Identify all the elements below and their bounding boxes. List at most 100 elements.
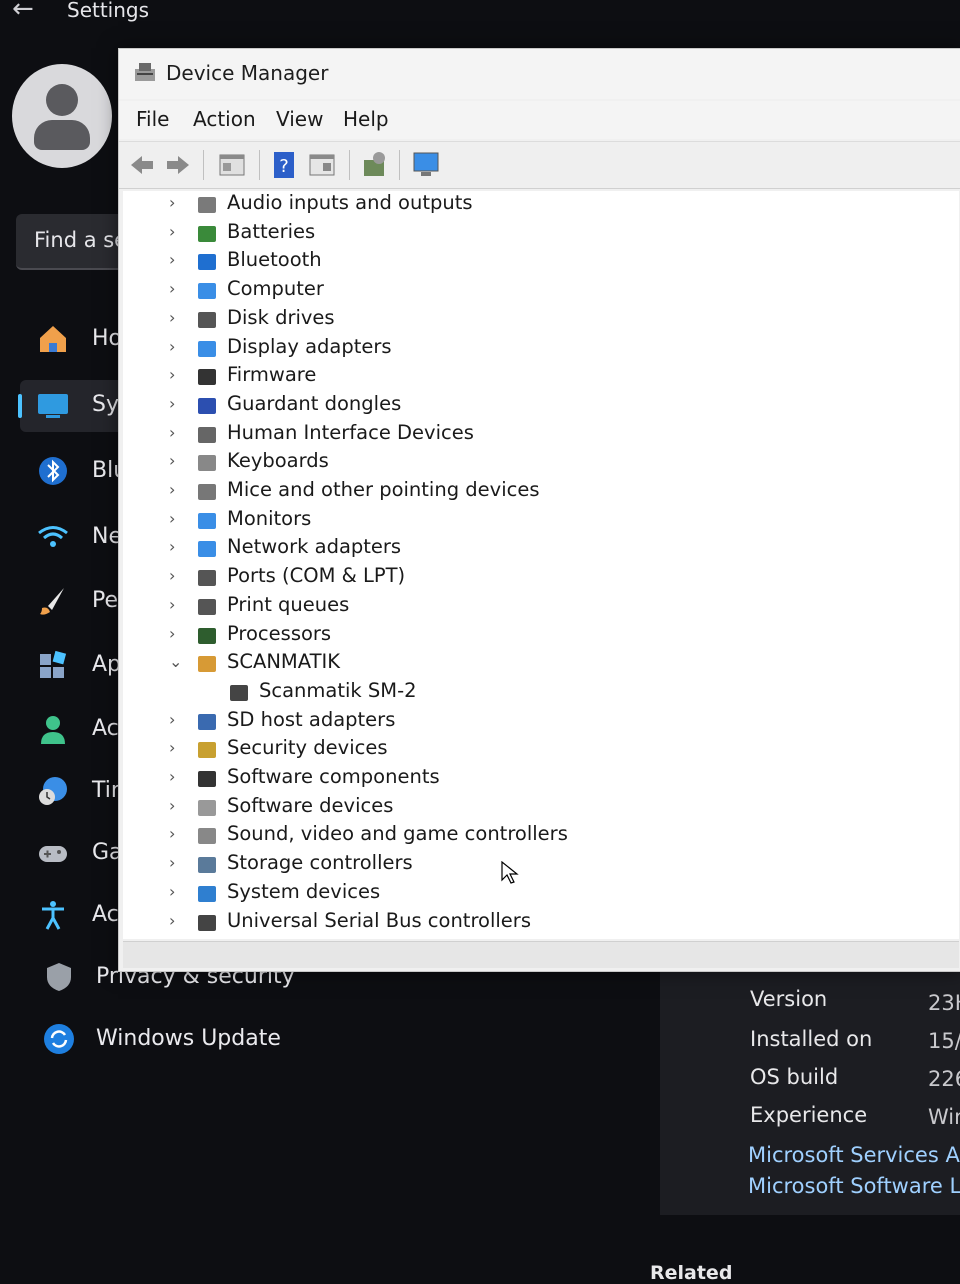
nav-item-bluetooth[interactable]: Blu xyxy=(0,446,130,498)
nav-item-gaming[interactable]: Ga xyxy=(0,828,130,880)
nav-item-accounts[interactable]: Acc xyxy=(0,704,131,756)
chevron-right-icon[interactable]: › xyxy=(169,537,175,556)
tree-category-item[interactable]: › SD host adapters xyxy=(123,708,923,736)
menu-help[interactable]: Help xyxy=(343,107,389,131)
chevron-right-icon[interactable]: › xyxy=(169,710,175,729)
tree-category-item[interactable]: › Print queues xyxy=(123,593,923,621)
tree-item-label: SD host adapters xyxy=(227,707,396,731)
forward-icon[interactable] xyxy=(163,150,193,180)
nav-item-personalization[interactable]: Per xyxy=(0,576,130,628)
user-avatar[interactable] xyxy=(12,64,112,168)
software-license-link[interactable]: Microsoft Software Lic xyxy=(748,1174,960,1198)
processor-icon xyxy=(198,627,216,644)
device-manager-icon xyxy=(135,63,155,81)
chevron-right-icon[interactable]: › xyxy=(169,624,175,643)
chevron-right-icon[interactable]: › xyxy=(169,451,175,470)
nav-item-time[interactable]: Tin xyxy=(0,766,130,818)
chevron-right-icon[interactable]: › xyxy=(169,337,175,356)
nav-item-home[interactable]: Ho xyxy=(0,314,130,366)
tree-category-item[interactable]: › Audio inputs and outputs xyxy=(123,191,923,219)
tree-category-item[interactable]: › Display adapters xyxy=(123,335,923,363)
nav-item-accessibility[interactable]: Acc xyxy=(0,890,131,942)
chevron-right-icon[interactable]: › xyxy=(169,423,175,442)
tree-category-item[interactable]: › Keyboards xyxy=(123,449,923,477)
monitor-icon xyxy=(198,512,216,529)
chevron-right-icon[interactable]: › xyxy=(169,394,175,413)
tree-item-label: SCANMATIK xyxy=(227,650,341,674)
chevron-right-icon[interactable]: › xyxy=(169,911,175,930)
chevron-right-icon[interactable]: › xyxy=(169,767,175,786)
nav-item-apps[interactable]: Ap xyxy=(0,640,130,692)
tree-category-item[interactable]: › Processors xyxy=(123,622,923,650)
keyboard-icon xyxy=(198,455,216,472)
back-icon[interactable] xyxy=(127,150,157,180)
chevron-right-icon[interactable]: › xyxy=(169,480,175,499)
menu-file[interactable]: File xyxy=(136,107,169,131)
chevron-right-icon[interactable]: › xyxy=(169,595,175,614)
tree-category-item[interactable]: › Human Interface Devices xyxy=(123,421,923,449)
toolbar-separator xyxy=(203,150,204,180)
chevron-right-icon[interactable]: › xyxy=(169,882,175,901)
menu-action[interactable]: Action xyxy=(193,107,256,131)
sd-icon xyxy=(198,713,216,730)
tree-category-item[interactable]: › Guardant dongles xyxy=(123,392,923,420)
device-manager-titlebar[interactable]: Device Manager xyxy=(119,49,960,99)
chevron-right-icon[interactable]: › xyxy=(169,250,175,269)
tree-category-item[interactable]: › Monitors xyxy=(123,507,923,535)
chevron-right-icon[interactable]: › xyxy=(169,279,175,298)
toolbar-separator xyxy=(349,150,350,180)
chevron-right-icon[interactable]: › xyxy=(169,738,175,757)
chevron-right-icon[interactable]: › xyxy=(169,365,175,384)
tree-category-item[interactable]: › Universal Serial Bus controllers xyxy=(123,909,923,937)
tree-category-item[interactable]: › System devices xyxy=(123,880,923,908)
tree-item-label: Display adapters xyxy=(227,334,392,358)
tree-item-label: Processors xyxy=(227,621,332,645)
chevron-right-icon[interactable]: › xyxy=(169,853,175,872)
menu-view[interactable]: View xyxy=(276,107,323,131)
help-icon[interactable]: ? xyxy=(269,150,299,180)
tree-category-item[interactable]: › Software components xyxy=(123,765,923,793)
tree-category-item[interactable]: › Batteries xyxy=(123,220,923,248)
tree-item-label: Bluetooth xyxy=(227,248,322,272)
chevron-right-icon[interactable]: › xyxy=(169,308,175,327)
sound-icon xyxy=(198,828,216,845)
device-tree[interactable]: › Audio inputs and outputs › Batteries › Blue… xyxy=(123,191,959,939)
view-icon[interactable] xyxy=(307,150,337,180)
system-icon xyxy=(38,394,68,418)
tree-item-label: Scanmatik SM-2 xyxy=(259,678,417,702)
nav-item-network[interactable]: Ne xyxy=(0,512,130,564)
tree-category-item[interactable]: › Security devices xyxy=(123,736,923,764)
tree-category-item[interactable]: › Bluetooth xyxy=(123,248,923,276)
monitor-icon[interactable] xyxy=(411,150,441,180)
tree-category-item[interactable]: › Sound, video and game controllers xyxy=(123,822,923,850)
software-device-icon xyxy=(198,799,216,816)
tree-category-item[interactable]: › Ports (COM & LPT) xyxy=(123,564,923,592)
about-value: 23H xyxy=(928,991,960,1015)
chevron-right-icon[interactable]: › xyxy=(169,566,175,585)
tree-category-item[interactable]: › Disk drives xyxy=(123,306,923,334)
chevron-right-icon[interactable]: › xyxy=(169,824,175,843)
chevron-right-icon[interactable]: › xyxy=(169,796,175,815)
nav-item-system[interactable]: Sys xyxy=(18,380,130,432)
back-arrow-icon[interactable]: ← xyxy=(12,0,34,24)
chevron-right-icon[interactable]: › xyxy=(169,193,175,212)
device-manager-title: Device Manager xyxy=(166,61,329,85)
tree-category-item[interactable]: ⌄ SCANMATIK xyxy=(123,650,923,678)
chevron-down-icon[interactable]: ⌄ xyxy=(169,652,182,671)
chevron-right-icon[interactable]: › xyxy=(169,222,175,241)
update-driver-icon[interactable] xyxy=(359,150,389,180)
tree-category-item[interactable]: › Mice and other pointing devices xyxy=(123,478,923,506)
svg-text:?: ? xyxy=(279,156,289,177)
services-agreement-link[interactable]: Microsoft Services Agr xyxy=(748,1143,960,1167)
tree-category-item[interactable]: › Firmware xyxy=(123,363,923,391)
tree-category-item[interactable]: › Software devices xyxy=(123,794,923,822)
printer-icon xyxy=(198,598,216,615)
horizontal-scrollbar[interactable] xyxy=(123,941,959,968)
tree-category-item[interactable]: › Computer xyxy=(123,277,923,305)
tree-category-item[interactable]: › Network adapters xyxy=(123,535,923,563)
tree-category-item[interactable]: › Storage controllers xyxy=(123,851,923,879)
tree-child-item[interactable]: Scanmatik SM-2 xyxy=(123,679,923,707)
chevron-right-icon[interactable]: › xyxy=(169,509,175,528)
properties-icon[interactable] xyxy=(217,150,247,180)
nav-item-windows-update[interactable]: Windows Update xyxy=(0,1014,320,1066)
